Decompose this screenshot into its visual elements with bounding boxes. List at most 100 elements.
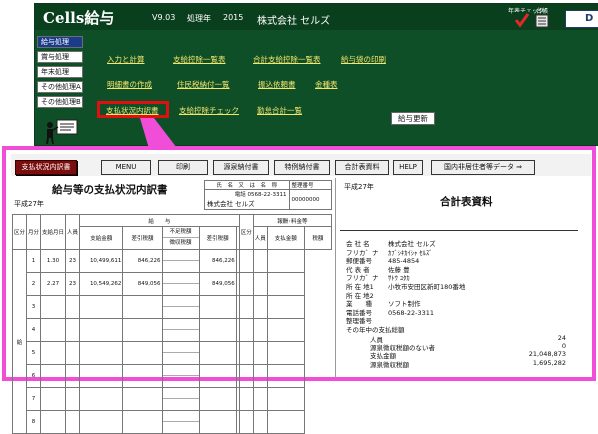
month-cell: 1 — [26, 249, 42, 273]
summary-field-value[interactable]: 小牧市安田区新町180番地 — [388, 283, 465, 291]
tax-cell[interactable]: 849,056 — [122, 272, 163, 296]
menu-shikyu-kojo-check[interactable]: 支給控除チェック — [179, 105, 239, 116]
update-button[interactable]: 給与更新 — [391, 112, 435, 125]
sidebar-item-sonota-b[interactable]: その他処理B — [37, 96, 83, 108]
fusoku-value[interactable] — [162, 365, 199, 376]
amount-cell[interactable] — [79, 318, 124, 342]
nonresident-data-button[interactable]: 国内非居住者等データ ⇒ — [431, 160, 535, 175]
month-cell: 7 — [26, 387, 42, 411]
shikyu2-cell[interactable] — [252, 249, 268, 273]
choushu-value[interactable] — [163, 284, 199, 295]
tax-cell[interactable] — [122, 295, 163, 319]
zeigaku2-cell[interactable] — [266, 364, 305, 388]
gensen-nofusho-button[interactable]: 源泉納付書 — [213, 160, 269, 175]
fusoku-choushu-cell — [161, 295, 200, 319]
menu-kyuyo-bukuro[interactable]: 給与袋の印刷 — [341, 54, 386, 65]
gokeihyo-shiryo-button[interactable]: 合計表資料 — [335, 160, 389, 175]
print-button[interactable]: 印刷 — [158, 160, 208, 175]
choushu-value[interactable] — [163, 330, 199, 341]
amount-cell[interactable] — [79, 410, 124, 434]
tax-cell[interactable] — [122, 410, 163, 434]
date-cell — [40, 410, 67, 434]
menu-furikomi[interactable]: 振込依頼書 — [258, 79, 296, 90]
menu-input-calc[interactable]: 入力と計算 — [107, 54, 145, 65]
menu-button[interactable]: MENU — [101, 160, 151, 175]
menu-shiharai-jokyo[interactable]: 支払状況内訳書 — [106, 105, 159, 116]
amount-cell[interactable]: 10,499,611 — [79, 249, 124, 273]
check-icon[interactable] — [513, 12, 531, 28]
tax-cell[interactable] — [122, 364, 163, 388]
tax-cell[interactable] — [122, 387, 163, 411]
amount-cell[interactable] — [79, 364, 124, 388]
tax-cell[interactable]: 846,226 — [122, 249, 163, 273]
shikyu2-cell[interactable] — [252, 318, 268, 342]
choushu-value[interactable] — [163, 399, 199, 410]
shikyu2-cell[interactable] — [252, 364, 268, 388]
choushu-value[interactable] — [163, 376, 199, 387]
menu-kintai-gokei[interactable]: 勤怠合計一覧 — [257, 105, 302, 116]
net-tax-cell[interactable]: 849,056 — [198, 272, 237, 296]
payer-info-table: 氏 名 又 は 名 称 整理番号 電話 0568-22-3311 株式会社 セル… — [204, 180, 333, 210]
ninzu-cell — [65, 410, 81, 434]
amount-cell[interactable] — [79, 341, 124, 365]
pay-total-label: 源泉徴収税額 — [370, 360, 409, 369]
net-tax-cell[interactable] — [198, 295, 237, 319]
shikyu2-cell[interactable] — [252, 387, 268, 411]
net-tax-cell[interactable] — [198, 387, 237, 411]
zeigaku2-cell[interactable] — [266, 318, 305, 342]
col-ninzu2: 人員 — [252, 226, 268, 250]
sidebar-item-sonota-a[interactable]: その他処理A — [37, 81, 83, 93]
tax-cell[interactable] — [122, 341, 163, 365]
fusoku-value[interactable] — [162, 319, 199, 330]
shikyu2-cell[interactable] — [252, 341, 268, 365]
shikyu2-cell[interactable] — [252, 272, 268, 296]
net-tax-cell[interactable] — [198, 318, 237, 342]
info-header-seiri: 整理番号 — [288, 180, 333, 190]
zeigaku2-cell[interactable] — [266, 295, 305, 319]
seiri-no: 00000000 — [288, 189, 333, 210]
fusoku-value[interactable] — [162, 342, 199, 353]
summary-field-value[interactable]: 0568-22-3311 — [388, 309, 434, 317]
menu-juminzei[interactable]: 住民税納付一覧 — [177, 79, 230, 90]
statement-sheet: 給与等の支払状況内訳書 平成27年 氏 名 又 は 名 称 整理番号 電話 05… — [11, 178, 336, 434]
menu-meisaisho[interactable]: 明細書の作成 — [107, 79, 152, 90]
month-cell: 5 — [26, 341, 42, 365]
net-tax-cell[interactable]: 846,226 — [198, 249, 237, 273]
choushu-value[interactable] — [163, 261, 199, 272]
ledger-icon[interactable] — [532, 12, 552, 28]
shikyu2-cell[interactable] — [252, 295, 268, 319]
amount-cell[interactable] — [79, 387, 124, 411]
choushu-value[interactable] — [163, 422, 199, 433]
choushu-value[interactable] — [163, 307, 199, 318]
tax-cell[interactable] — [122, 318, 163, 342]
zeigaku2-cell[interactable] — [266, 341, 305, 365]
help-button[interactable]: HELP — [393, 160, 423, 175]
shikyu2-cell[interactable] — [252, 410, 268, 434]
fusoku-value[interactable] — [162, 273, 199, 284]
net-tax-cell[interactable] — [198, 341, 237, 365]
tokurei-nofusho-button[interactable]: 特例納付書 — [274, 160, 330, 175]
zeigaku2-cell[interactable] — [266, 410, 305, 434]
zeigaku2-cell[interactable] — [266, 272, 305, 296]
net-tax-cell[interactable] — [198, 410, 237, 434]
fusoku-value[interactable] — [162, 411, 199, 422]
menu-kinshu[interactable]: 金種表 — [315, 79, 338, 90]
sidebar-item-kyuyo[interactable]: 給与処理 — [37, 36, 83, 48]
menu-shikyu-kojo-ichiran[interactable]: 支給控除一覧表 — [173, 54, 226, 65]
menu-gokei-shikyu-kojo[interactable]: 合計支給控除一覧表 — [253, 54, 321, 65]
ninzu2-cell — [238, 410, 254, 434]
zeigaku2-cell[interactable] — [266, 249, 305, 273]
fusoku-value[interactable] — [162, 388, 199, 399]
sidebar-item-shoyo[interactable]: 賞与処理 — [37, 51, 83, 63]
sidebar-item-nenmatsu[interactable]: 年末処理 — [37, 66, 83, 78]
fusoku-value[interactable] — [162, 250, 199, 261]
amount-cell[interactable] — [79, 295, 124, 319]
zeigaku2-cell[interactable] — [266, 387, 305, 411]
amount-cell[interactable]: 10,549,262 — [79, 272, 124, 296]
pay-total-value: 21,048,873 — [528, 350, 566, 359]
corner-app-icon[interactable]: D — [565, 10, 598, 28]
choushu-value[interactable] — [163, 353, 199, 364]
net-tax-cell[interactable] — [198, 364, 237, 388]
tab-shiharai-jokyo[interactable]: 支払状況内訳書 — [15, 160, 77, 175]
fusoku-value[interactable] — [162, 296, 199, 307]
